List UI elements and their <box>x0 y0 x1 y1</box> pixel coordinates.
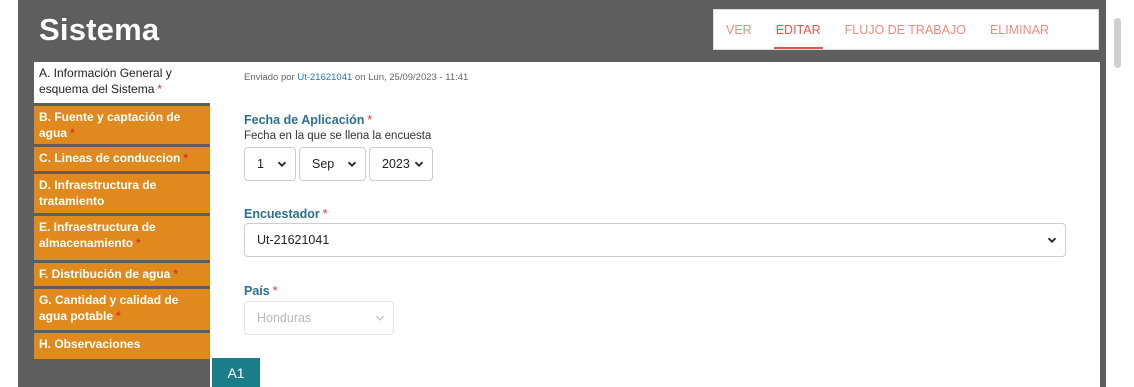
sidebar-item-c[interactable]: C. Lineas de conduccion * <box>34 147 210 174</box>
chevron-down-icon <box>414 161 424 167</box>
sidebar-item-label: D. Infraestructura de tratamiento <box>39 178 157 208</box>
fecha-label: Fecha de Aplicación * <box>244 113 372 127</box>
page-title: Sistema <box>39 12 160 47</box>
encuestador-label-text: Encuestador <box>244 207 320 221</box>
required-mark: * <box>157 82 163 96</box>
fecha-year-select[interactable]: 2023 <box>369 147 433 181</box>
required-mark: * <box>322 207 328 221</box>
section-sidebar: A. Información General y esquema del Sis… <box>34 62 210 359</box>
sidebar-item-d[interactable]: D. Infraestructura de tratamiento <box>34 174 210 216</box>
window-scrollbar[interactable] <box>1106 0 1134 387</box>
tab-flujo-de-trabajo[interactable]: FLUJO DE TRABAJO <box>833 10 978 49</box>
sidebar-item-f[interactable]: F. Distribución de agua * <box>34 263 210 289</box>
encuestador-select[interactable]: Ut-21621041 <box>244 223 1066 257</box>
required-mark: * <box>173 267 179 281</box>
sidebar-item-label: B. Fuente y captación de agua <box>39 110 181 140</box>
encuestador-label: Encuestador * <box>244 207 328 221</box>
fecha-month-value: Sep <box>312 157 335 171</box>
chevron-down-icon <box>376 315 384 321</box>
encuestador-value: Ut-21621041 <box>257 233 330 247</box>
sidebar-item-label: C. Lineas de conduccion <box>39 151 181 165</box>
required-mark: * <box>116 309 121 323</box>
fecha-month-select[interactable]: Sep <box>299 147 366 181</box>
pais-label-text: País <box>244 284 270 298</box>
sidebar-item-label: F. Distribución de agua <box>39 267 171 281</box>
scrollbar-thumb[interactable] <box>1114 18 1121 68</box>
sidebar-item-label: A. Información General y esquema del Sis… <box>39 66 172 96</box>
fecha-label-text: Fecha de Aplicación <box>244 113 365 127</box>
form-panel: Enviado por Ut-21621041 on Lun, 25/09/20… <box>210 62 1100 387</box>
required-mark: * <box>367 113 373 127</box>
fecha-day-value: 1 <box>257 157 264 171</box>
fecha-help-text: Fecha en la que se llena la encuesta <box>244 130 432 142</box>
sidebar-item-label: G. Cantidad y calidad de agua potable <box>39 293 179 323</box>
submitter-link[interactable]: Ut-21621041 <box>297 72 352 83</box>
fecha-day-select[interactable]: 1 <box>244 147 296 181</box>
sidebar-item-a[interactable]: A. Información General y esquema del Sis… <box>34 62 210 106</box>
tab-editar[interactable]: EDITAR <box>764 10 833 49</box>
fecha-year-value: 2023 <box>382 157 410 171</box>
chevron-down-icon <box>1047 237 1057 243</box>
pais-label: País * <box>244 284 278 298</box>
sidebar-item-g[interactable]: G. Cantidad y calidad de agua potable * <box>34 289 210 333</box>
required-mark: * <box>136 236 141 250</box>
pais-value: Honduras <box>257 311 312 325</box>
sidebar-item-b[interactable]: B. Fuente y captación de agua * <box>34 106 210 147</box>
tab-bar: VER EDITAR FLUJO DE TRABAJO ELIMINAR <box>713 9 1099 50</box>
required-mark: * <box>70 126 75 140</box>
tab-ver[interactable]: VER <box>714 10 764 49</box>
sidebar-item-h[interactable]: H. Observaciones <box>34 333 210 359</box>
submission-prefix: Enviado por <box>244 72 295 83</box>
required-mark: * <box>183 151 189 165</box>
chevron-down-icon <box>347 161 357 167</box>
submission-date: on Lun, 25/09/2023 - 11:41 <box>354 72 469 83</box>
tab-eliminar[interactable]: ELIMINAR <box>978 10 1061 49</box>
section-badge[interactable]: A1 <box>212 358 260 387</box>
sidebar-item-e[interactable]: E. Infraestructura de almacenamiento * <box>34 216 210 263</box>
required-mark: * <box>272 284 278 298</box>
pais-select: Honduras <box>244 301 394 335</box>
chevron-down-icon <box>277 161 287 167</box>
sidebar-item-label: H. Observaciones <box>39 337 141 351</box>
submission-info: Enviado por Ut-21621041 on Lun, 25/09/20… <box>244 72 468 83</box>
